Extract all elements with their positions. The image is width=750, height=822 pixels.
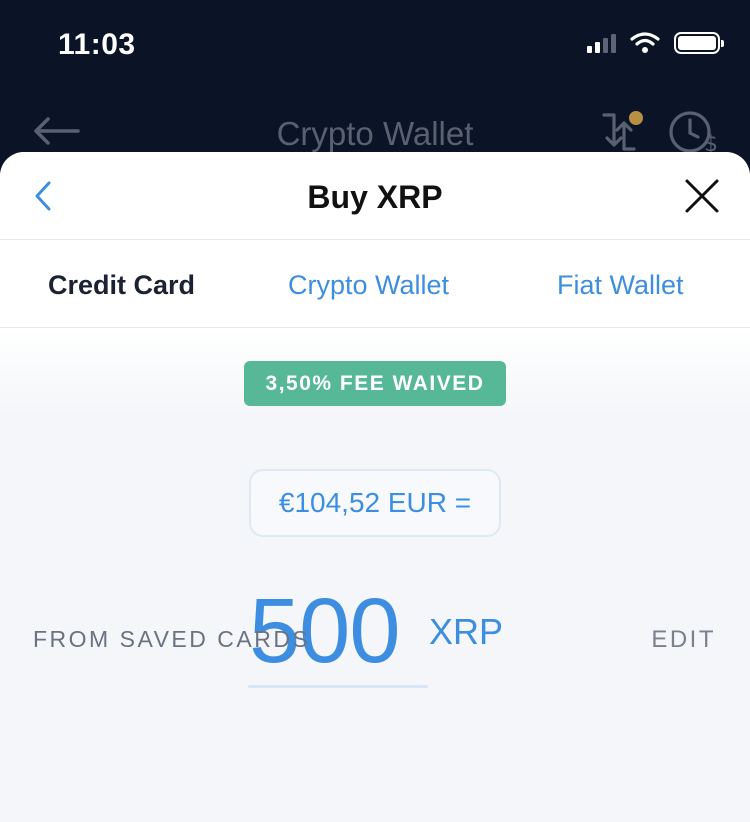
history-icon[interactable]: $ xyxy=(668,109,722,155)
tab-crypto-wallet[interactable]: Crypto Wallet xyxy=(288,270,449,301)
fee-waived-badge: 3,50% FEE WAIVED xyxy=(244,361,506,406)
payment-method-tabs: Credit Card Crypto Wallet Fiat Wallet xyxy=(0,240,750,328)
transfer-icon[interactable] xyxy=(598,109,648,155)
status-time: 11:03 xyxy=(58,28,136,61)
signal-icon xyxy=(587,33,616,53)
tab-credit-card[interactable]: Credit Card xyxy=(48,270,195,301)
battery-icon xyxy=(674,32,724,54)
close-icon[interactable] xyxy=(684,178,720,214)
purchase-content: 3,50% FEE WAIVED €104,52 EUR = 500 XRP xyxy=(0,328,750,822)
crypto-unit-label: XRP xyxy=(429,611,504,652)
tab-fiat-wallet[interactable]: Fiat Wallet xyxy=(557,270,684,301)
status-icons xyxy=(587,32,724,54)
status-bar: 11:03 xyxy=(0,0,750,90)
sheet-title: Buy XRP xyxy=(307,179,443,215)
buy-sheet: Buy XRP Credit Card Crypto Wallet Fiat W… xyxy=(0,152,750,822)
fiat-equivalent-toggle[interactable]: €104,52 EUR = xyxy=(249,469,501,537)
sheet-header: Buy XRP xyxy=(0,152,750,240)
edit-cards-button[interactable]: EDIT xyxy=(651,626,716,654)
wifi-icon xyxy=(630,32,660,53)
saved-cards-label: FROM SAVED CARDS xyxy=(33,626,311,652)
amount-underline xyxy=(248,685,428,688)
